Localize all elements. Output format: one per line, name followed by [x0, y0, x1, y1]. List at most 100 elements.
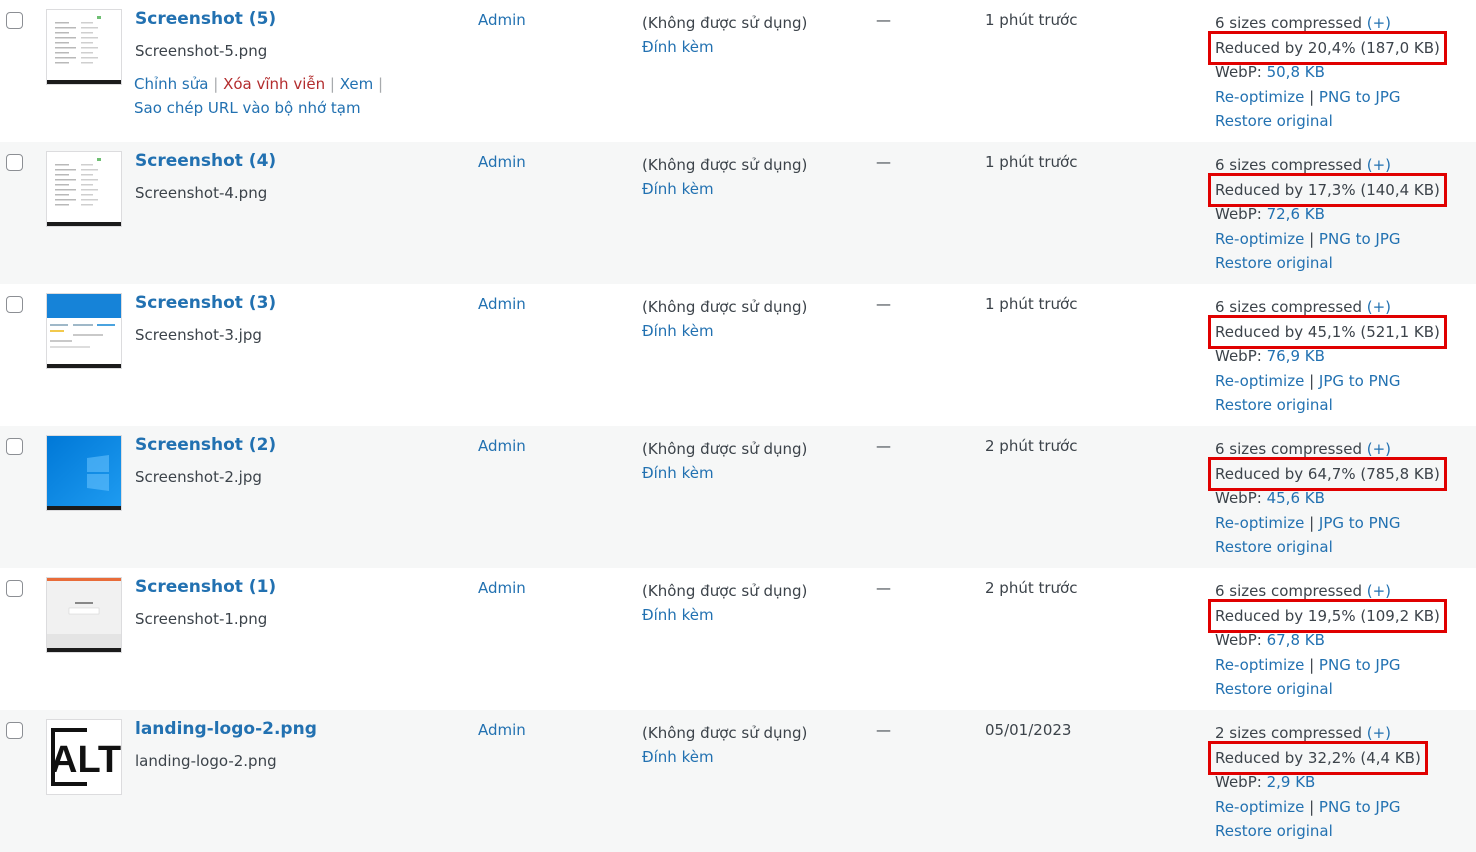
webp-line: WebP: 45,6 KB — [1215, 486, 1442, 511]
delete-permanently-link[interactable]: Xóa vĩnh viễn — [223, 75, 325, 93]
row-checkbox[interactable] — [6, 580, 23, 597]
landing-logo-thumbnail[interactable]: ALT — [46, 719, 122, 795]
media-title-link[interactable]: Screenshot (4) — [135, 151, 276, 171]
attach-link[interactable]: Đính kèm — [642, 603, 807, 627]
row-checkbox[interactable] — [6, 438, 23, 455]
expand-sizes-link[interactable]: (+) — [1367, 298, 1391, 316]
comments-dash: — — [876, 721, 891, 739]
separator: | — [1309, 87, 1315, 106]
restore-original-link[interactable]: Restore original — [1215, 822, 1333, 840]
restore-original-link[interactable]: Restore original — [1215, 112, 1333, 130]
expand-sizes-link[interactable]: (+) — [1367, 156, 1391, 174]
screenshot-2-thumbnail[interactable] — [46, 435, 122, 511]
restore-original-link[interactable]: Restore original — [1215, 680, 1333, 698]
unattached-text: (Không được sử dụng) — [642, 156, 808, 174]
media-title-link[interactable]: Screenshot (3) — [135, 293, 276, 313]
reduced-by-highlight: Reduced by 19,5% (109,2 KB) — [1208, 598, 1447, 633]
webp-line: WebP: 67,8 KB — [1215, 628, 1442, 653]
convert-format-link[interactable]: JPG to PNG — [1319, 372, 1401, 390]
expand-sizes-link[interactable]: (+) — [1367, 440, 1391, 458]
sizes-compressed-text: 6 sizes compressed — [1215, 156, 1362, 174]
author-link[interactable]: Admin — [478, 153, 526, 171]
webp-line: WebP: 76,9 KB — [1215, 344, 1442, 369]
webp-size-link[interactable]: 2,9 KB — [1267, 773, 1316, 791]
restore-original-link[interactable]: Restore original — [1215, 254, 1333, 272]
separator: | — [329, 75, 335, 93]
webp-label: WebP: — [1215, 205, 1262, 223]
optimization-cell: 6 sizes compressed (+) Reduced by 19,5% … — [1208, 579, 1447, 702]
uploaded-to-cell: (Không được sử dụng) Đính kèm — [642, 295, 807, 343]
reduced-by-highlight: Reduced by 45,1% (521,1 KB) — [1208, 314, 1447, 349]
media-title-link[interactable]: landing-logo-2.png — [135, 719, 317, 739]
uploaded-to-cell: (Không được sử dụng) Đính kèm — [642, 153, 807, 201]
comments-dash: — — [876, 579, 891, 597]
convert-format-link[interactable]: JPG to PNG — [1319, 514, 1401, 532]
optimize-actions-line: Re-optimize | PNG to JPG — [1215, 795, 1423, 820]
separator: | — [213, 75, 219, 93]
webp-label: WebP: — [1215, 63, 1262, 81]
separator: | — [1309, 513, 1315, 532]
convert-format-link[interactable]: PNG to JPG — [1319, 798, 1401, 816]
upload-date: 1 phút trước — [985, 153, 1078, 171]
row-checkbox[interactable] — [6, 296, 23, 313]
attach-link[interactable]: Đính kèm — [642, 319, 807, 343]
media-row: Screenshot (3) Screenshot-3.jpg Admin (K… — [0, 284, 1476, 426]
media-filename: landing-logo-2.png — [135, 752, 277, 770]
author-link[interactable]: Admin — [478, 437, 526, 455]
screenshot-1-thumbnail[interactable] — [46, 577, 122, 653]
media-title-link[interactable]: Screenshot (2) — [135, 435, 276, 455]
row-checkbox[interactable] — [6, 722, 23, 739]
webp-line: WebP: 50,8 KB — [1215, 60, 1442, 85]
author-link[interactable]: Admin — [478, 295, 526, 313]
reoptimize-link[interactable]: Re-optimize — [1215, 88, 1304, 106]
attach-link[interactable]: Đính kèm — [642, 177, 807, 201]
sizes-compressed-text: 6 sizes compressed — [1215, 298, 1362, 316]
unattached-text: (Không được sử dụng) — [642, 724, 808, 742]
reoptimize-link[interactable]: Re-optimize — [1215, 656, 1304, 674]
media-filename: Screenshot-1.png — [135, 610, 268, 628]
edit-link[interactable]: Chỉnh sửa — [134, 75, 208, 93]
webp-label: WebP: — [1215, 773, 1262, 791]
optimization-cell: 6 sizes compressed (+) Reduced by 64,7% … — [1208, 437, 1447, 560]
reoptimize-link[interactable]: Re-optimize — [1215, 230, 1304, 248]
webp-size-link[interactable]: 67,8 KB — [1267, 631, 1325, 649]
screenshot-3-thumbnail[interactable] — [46, 293, 122, 369]
screenshot-5-thumbnail[interactable] — [46, 9, 122, 85]
reoptimize-link[interactable]: Re-optimize — [1215, 514, 1304, 532]
attach-link[interactable]: Đính kèm — [642, 35, 807, 59]
media-filename: Screenshot-5.png — [135, 42, 268, 60]
convert-format-link[interactable]: PNG to JPG — [1319, 656, 1401, 674]
expand-sizes-link[interactable]: (+) — [1367, 724, 1391, 742]
attach-link[interactable]: Đính kèm — [642, 461, 807, 485]
media-title-link[interactable]: Screenshot (5) — [135, 9, 276, 29]
attach-link[interactable]: Đính kèm — [642, 745, 807, 769]
sizes-compressed-line: 6 sizes compressed (+) — [1215, 437, 1442, 462]
webp-size-link[interactable]: 45,6 KB — [1267, 489, 1325, 507]
media-filename: Screenshot-2.jpg — [135, 468, 262, 486]
author-link[interactable]: Admin — [478, 579, 526, 597]
copy-url-link[interactable]: Sao chép URL vào bộ nhớ tạm — [134, 99, 361, 117]
webp-size-link[interactable]: 50,8 KB — [1267, 63, 1325, 81]
media-title-link[interactable]: Screenshot (1) — [135, 577, 276, 597]
convert-format-link[interactable]: PNG to JPG — [1319, 88, 1401, 106]
row-checkbox[interactable] — [6, 154, 23, 171]
reoptimize-link[interactable]: Re-optimize — [1215, 372, 1304, 390]
webp-size-link[interactable]: 76,9 KB — [1267, 347, 1325, 365]
unattached-text: (Không được sử dụng) — [642, 440, 808, 458]
author-link[interactable]: Admin — [478, 721, 526, 739]
convert-format-link[interactable]: PNG to JPG — [1319, 230, 1401, 248]
expand-sizes-link[interactable]: (+) — [1367, 582, 1391, 600]
reoptimize-link[interactable]: Re-optimize — [1215, 798, 1304, 816]
restore-original-link[interactable]: Restore original — [1215, 538, 1333, 556]
webp-size-link[interactable]: 72,6 KB — [1267, 205, 1325, 223]
view-link[interactable]: Xem — [340, 75, 373, 93]
row-checkbox[interactable] — [6, 12, 23, 29]
restore-original-link[interactable]: Restore original — [1215, 396, 1333, 414]
expand-sizes-link[interactable]: (+) — [1367, 14, 1391, 32]
sizes-compressed-line: 6 sizes compressed (+) — [1215, 11, 1442, 36]
screenshot-4-thumbnail[interactable] — [46, 151, 122, 227]
unattached-text: (Không được sử dụng) — [642, 582, 808, 600]
upload-date: 1 phút trước — [985, 11, 1078, 29]
webp-line: WebP: 2,9 KB — [1215, 770, 1423, 795]
author-link[interactable]: Admin — [478, 11, 526, 29]
